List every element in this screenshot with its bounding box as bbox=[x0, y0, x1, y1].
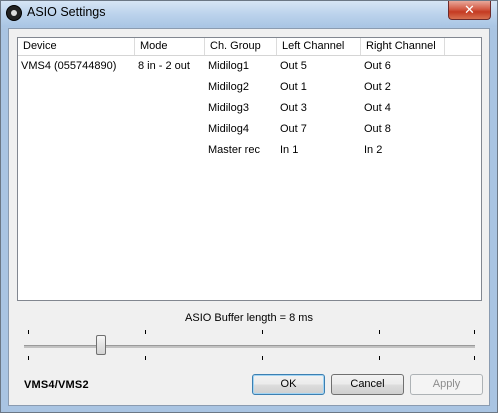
cell-device bbox=[18, 140, 21, 160]
cell-right: In 2 bbox=[364, 144, 383, 156]
channel-list[interactable]: Device Mode Ch. Group Left Channel Right… bbox=[17, 37, 482, 301]
slider-tick bbox=[145, 356, 146, 360]
slider-tick bbox=[379, 356, 380, 360]
cell-group: Midilog1 bbox=[208, 60, 249, 72]
list-header: Device Mode Ch. Group Left Channel Right… bbox=[18, 38, 481, 56]
column-header-mode[interactable]: Mode bbox=[135, 38, 205, 55]
cell-group: Midilog3 bbox=[208, 102, 249, 114]
slider-track[interactable] bbox=[24, 345, 475, 348]
cell-mode bbox=[135, 98, 138, 118]
cell-group: Midilog2 bbox=[208, 81, 249, 93]
window-title: ASIO Settings bbox=[27, 5, 106, 19]
cell-mode bbox=[135, 119, 138, 139]
ok-button[interactable]: OK bbox=[252, 374, 325, 395]
cell-mode: 8 in - 2 out bbox=[138, 60, 190, 72]
cell-right: Out 6 bbox=[364, 60, 391, 72]
slider-tick bbox=[474, 356, 475, 360]
cell-mode bbox=[135, 140, 138, 160]
cell-right: Out 4 bbox=[364, 102, 391, 114]
cancel-button[interactable]: Cancel bbox=[331, 374, 404, 395]
column-header-right-channel[interactable]: Right Channel bbox=[361, 38, 445, 55]
slider-tick bbox=[145, 330, 146, 334]
dialog-body: Device Mode Ch. Group Left Channel Right… bbox=[8, 28, 490, 406]
slider-tick bbox=[262, 356, 263, 360]
cell-left: Out 5 bbox=[280, 60, 307, 72]
cell-device bbox=[18, 77, 21, 97]
cell-device: VMS4 (055744890) bbox=[21, 60, 117, 72]
close-button[interactable]: ✕ bbox=[448, 1, 491, 20]
column-header-left-channel[interactable]: Left Channel bbox=[277, 38, 361, 55]
cell-group: Master rec bbox=[208, 144, 260, 156]
cell-device bbox=[18, 98, 21, 118]
cell-group: Midilog4 bbox=[208, 123, 249, 135]
cell-left: Out 1 bbox=[280, 81, 307, 93]
slider-tick bbox=[28, 356, 29, 360]
app-icon bbox=[6, 5, 22, 21]
title-bar: ASIO Settings ✕ bbox=[1, 1, 497, 27]
column-header-device[interactable]: Device bbox=[18, 38, 135, 55]
slider-tick bbox=[474, 330, 475, 334]
cell-left: Out 3 bbox=[280, 102, 307, 114]
slider-tick bbox=[262, 330, 263, 334]
slider-tick bbox=[28, 330, 29, 334]
cell-left: In 1 bbox=[280, 144, 299, 156]
cell-mode bbox=[135, 77, 138, 97]
buffer-length-label: ASIO Buffer length = 8 ms bbox=[185, 312, 313, 324]
cell-left: Out 7 bbox=[280, 123, 307, 135]
slider-thumb[interactable] bbox=[95, 335, 106, 355]
brand-label: VMS4/VMS2 bbox=[24, 379, 89, 391]
cell-device bbox=[18, 119, 21, 139]
asio-settings-window: ASIO Settings ✕ Device Mode Ch. Group Le… bbox=[0, 0, 498, 413]
column-header-ch-group[interactable]: Ch. Group bbox=[205, 38, 277, 55]
cell-right: Out 8 bbox=[364, 123, 391, 135]
slider-tick bbox=[379, 330, 380, 334]
cell-right: Out 2 bbox=[364, 81, 391, 93]
apply-button[interactable]: Apply bbox=[410, 374, 483, 395]
